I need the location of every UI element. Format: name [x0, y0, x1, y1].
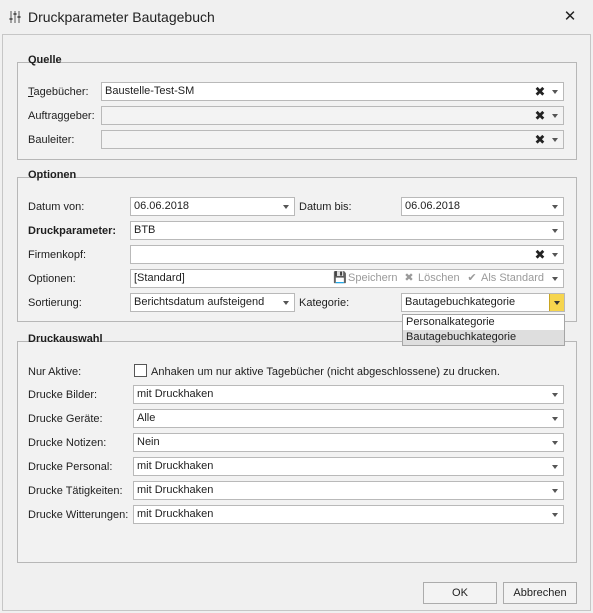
- chevron-down-icon[interactable]: [549, 294, 564, 311]
- tagebuecher-combo[interactable]: Baustelle-Test-SM ✖: [101, 82, 564, 101]
- dropdown-option-selected[interactable]: Bautagebuchkategorie: [403, 330, 564, 345]
- sortierung-label: Sortierung:: [28, 297, 82, 309]
- optionen-label: Optionen:: [28, 273, 76, 285]
- drucke-geraete-combo[interactable]: Alle: [133, 409, 564, 428]
- datum-von-input[interactable]: 06.06.2018: [130, 197, 295, 216]
- kategorie-value: Bautagebuchkategorie: [405, 296, 516, 308]
- close-button[interactable]: ✕: [559, 7, 581, 27]
- datum-bis-input[interactable]: 06.06.2018: [401, 197, 564, 216]
- auftraggeber-combo[interactable]: ✖: [101, 106, 564, 125]
- als-standard-label: Als Standard: [481, 272, 544, 284]
- druckparameter-label: Druckparameter:: [28, 225, 117, 237]
- sliders-icon: [9, 11, 21, 23]
- kategorie-label: Kategorie:: [299, 297, 350, 309]
- delete-icon: ✖: [404, 272, 414, 284]
- speichern-action[interactable]: 💾Speichern: [333, 270, 398, 287]
- sortierung-combo[interactable]: Berichtsdatum aufsteigend: [130, 293, 295, 312]
- check-icon: ✔: [467, 272, 477, 284]
- firmenkopf-combo[interactable]: ✖: [130, 245, 564, 264]
- auftraggeber-label: Auftraggeber:: [28, 110, 95, 122]
- bauleiter-label: Bauleiter:: [28, 134, 75, 146]
- chevron-down-icon[interactable]: [550, 222, 560, 239]
- chevron-down-icon[interactable]: [550, 246, 560, 263]
- drucke-geraete-label: Drucke Geräte:: [28, 413, 103, 425]
- datum-bis-label: Datum bis:: [299, 201, 352, 213]
- drucke-geraete-value: Alle: [137, 412, 156, 424]
- dropdown-option[interactable]: Personalkategorie: [403, 315, 564, 330]
- druckparameter-value: BTB: [134, 224, 156, 236]
- title-bar: Druckparameter Bautagebuch ✕: [0, 0, 593, 34]
- chevron-down-icon[interactable]: [550, 198, 560, 215]
- chevron-down-icon[interactable]: [550, 410, 560, 427]
- druckauswahl-title: Druckauswahl: [28, 333, 103, 345]
- loeschen-label: Löschen: [418, 272, 460, 284]
- cancel-button[interactable]: Abbrechen: [503, 582, 577, 604]
- drucke-bilder-label: Drucke Bilder:: [28, 389, 98, 401]
- chevron-down-icon[interactable]: [550, 270, 560, 287]
- nur-aktive-checkbox[interactable]: [134, 364, 147, 377]
- tagebuecher-value: Baustelle-Test-SM: [105, 85, 195, 97]
- als-standard-action[interactable]: ✔ Als Standard: [466, 270, 544, 287]
- clear-icon[interactable]: ✖: [534, 246, 546, 263]
- chevron-down-icon[interactable]: [550, 434, 560, 451]
- speichern-label: Speichern: [348, 272, 398, 284]
- chevron-down-icon[interactable]: [550, 506, 560, 523]
- quelle-title: Quelle: [28, 54, 62, 66]
- optionen-title: Optionen: [28, 169, 77, 181]
- loeschen-action[interactable]: ✖ Löschen: [403, 270, 460, 287]
- sortierung-value: Berichtsdatum aufsteigend: [134, 296, 265, 308]
- drucke-taetigkeiten-combo[interactable]: mit Druckhaken: [133, 481, 564, 500]
- window-title: Druckparameter Bautagebuch: [28, 9, 215, 25]
- drucke-witterungen-value: mit Druckhaken: [137, 508, 214, 520]
- chevron-down-icon[interactable]: [281, 198, 291, 215]
- kategorie-dropdown-list: Personalkategorie Bautagebuchkategorie: [402, 314, 565, 346]
- save-icon: 💾: [333, 272, 347, 284]
- clear-icon[interactable]: ✖: [534, 83, 546, 100]
- clear-icon[interactable]: ✖: [534, 131, 546, 148]
- drucke-notizen-label: Drucke Notizen:: [28, 437, 107, 449]
- optionen-value: [Standard]: [134, 272, 185, 284]
- datum-von-value: 06.06.2018: [134, 200, 190, 212]
- tagebuecher-label-text: agebücher:: [33, 86, 89, 98]
- drucke-personal-value: mit Druckhaken: [137, 460, 214, 472]
- drucke-bilder-combo[interactable]: mit Druckhaken: [133, 385, 564, 404]
- optionen-combo[interactable]: [Standard] 💾Speichern ✖ Löschen ✔ Als Stan…: [130, 269, 564, 288]
- drucke-witterungen-combo[interactable]: mit Druckhaken: [133, 505, 564, 524]
- nur-aktive-text: Anhaken um nur aktive Tagebücher (nicht …: [151, 366, 500, 378]
- chevron-down-icon[interactable]: [550, 482, 560, 499]
- datum-von-label: Datum von:: [28, 201, 85, 213]
- chevron-down-icon[interactable]: [550, 458, 560, 475]
- chevron-down-icon[interactable]: [281, 294, 291, 311]
- chevron-down-icon[interactable]: [550, 83, 560, 100]
- nur-aktive-label: Nur Aktive:: [28, 366, 82, 378]
- chevron-down-icon[interactable]: [550, 131, 560, 148]
- clear-icon[interactable]: ✖: [534, 107, 546, 124]
- drucke-personal-label: Drucke Personal:: [28, 461, 113, 473]
- chevron-down-icon[interactable]: [550, 386, 560, 403]
- firmenkopf-label: Firmenkopf:: [28, 249, 87, 261]
- drucke-taetigkeiten-value: mit Druckhaken: [137, 484, 214, 496]
- drucke-notizen-combo[interactable]: Nein: [133, 433, 564, 452]
- drucke-bilder-value: mit Druckhaken: [137, 388, 214, 400]
- bauleiter-combo[interactable]: ✖: [101, 130, 564, 149]
- datum-bis-value: 06.06.2018: [405, 200, 461, 212]
- druckparameter-combo[interactable]: BTB: [130, 221, 564, 240]
- ok-button[interactable]: OK: [423, 582, 497, 604]
- chevron-down-icon[interactable]: [550, 107, 560, 124]
- drucke-taetigkeiten-label: Drucke Tätigkeiten:: [28, 485, 123, 497]
- drucke-witterungen-label: Drucke Witterungen:: [28, 509, 129, 521]
- drucke-notizen-value: Nein: [137, 436, 160, 448]
- tagebuecher-label: Tagebücher:: [28, 86, 89, 98]
- drucke-personal-combo[interactable]: mit Druckhaken: [133, 457, 564, 476]
- kategorie-combo[interactable]: Bautagebuchkategorie: [401, 293, 565, 312]
